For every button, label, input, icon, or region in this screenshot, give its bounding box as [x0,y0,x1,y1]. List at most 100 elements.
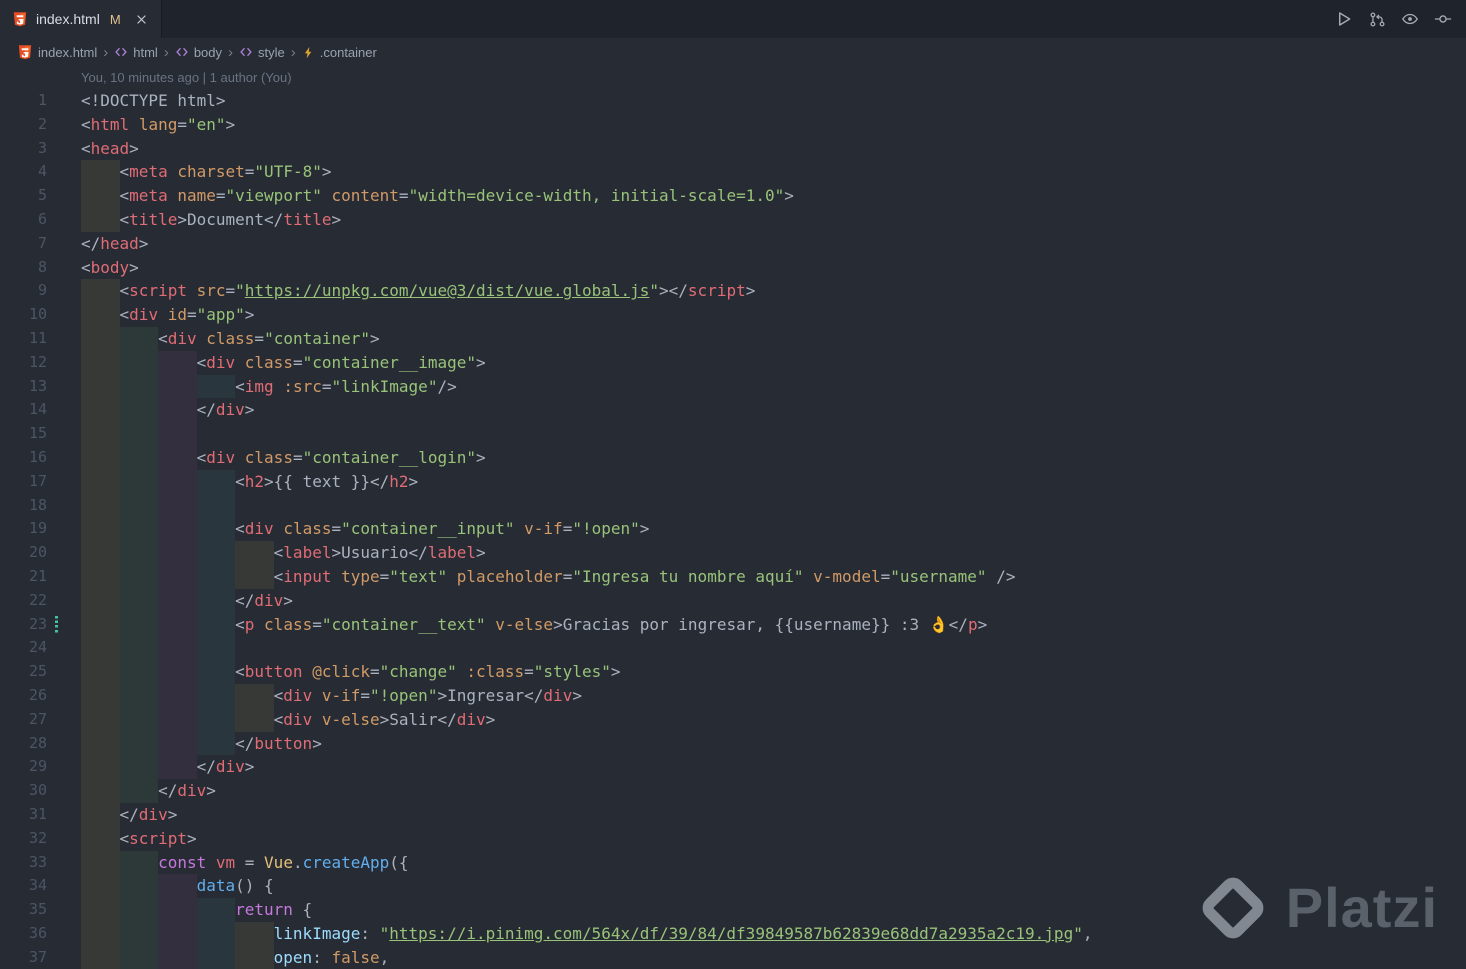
tab-index-html[interactable]: index.html M [0,0,162,38]
breadcrumb-item-body[interactable]: body [175,45,222,60]
breadcrumb-label: html [133,44,158,60]
code-line-12: 12 <div class="container__image"> [0,350,1466,375]
code-text[interactable]: <label>Usuario</label> [81,541,486,565]
code-text[interactable]: <div class="container__login"> [81,445,486,470]
indent-guide [119,541,159,565]
indent-guide [158,731,197,756]
close-icon[interactable] [134,12,149,27]
indent-guide [81,612,120,637]
gutter [47,398,81,422]
code-text[interactable]: linkImage: "https://i.pinimg.com/564x/df… [81,921,1092,946]
indent-guide [119,779,159,803]
code-text[interactable]: <meta charset="UTF-8"> [81,160,332,185]
code-line-24: 24 [0,636,1466,661]
code-text[interactable] [81,422,197,446]
indent-guide [158,350,197,375]
breadcrumb-item-index-html[interactable]: index.html [17,44,97,60]
element-icon [239,45,253,59]
code-text[interactable]: <meta name="viewport" content="width=dev… [81,184,794,208]
indent-guide [158,945,197,969]
indent-guide [235,921,274,946]
code-text[interactable]: <p class="container__text" v-else>Gracia… [81,612,987,637]
breadcrumb-item-container[interactable]: .container [302,45,377,60]
code-text[interactable]: return { [81,898,312,922]
code-text[interactable]: </div> [81,588,293,613]
gutter [47,898,81,922]
code-text[interactable]: <body> [81,256,139,280]
indent-guide [81,707,120,732]
run-code-icon[interactable] [1331,6,1357,32]
code-text[interactable]: <input type="text" placeholder="Ingresa … [81,564,1015,589]
gutter [47,137,81,161]
breadcrumb-label: body [193,44,223,60]
line-number: 13 [28,376,47,395]
code-text[interactable]: data() { [81,874,274,899]
commit-graph-icon[interactable] [1430,6,1456,32]
code-text[interactable]: </head> [81,232,148,256]
indent-guide [119,517,159,542]
code-text[interactable]: const vm = Vue.createApp({ [81,850,409,875]
code-text[interactable]: <title>Document</title> [81,207,341,232]
code-text[interactable]: <div v-else>Salir</div> [81,707,495,732]
indent-guide [119,898,159,922]
line-number: 28 [28,733,47,752]
code-text[interactable]: <h2>{{ text }}</h2> [81,469,418,494]
html-file-icon [17,44,33,60]
code-text[interactable]: </div> [81,802,177,827]
gutter [47,327,81,351]
code-text[interactable]: <head> [81,137,139,161]
gutter [47,851,81,875]
code-text[interactable]: <div id="app"> [81,303,254,327]
code-line-9: 9 <script src="https://unpkg.com/vue@3/di… [0,279,1466,304]
chevron-right-icon: › [163,43,169,61]
breadcrumb-item-style[interactable]: style [239,45,285,60]
code-text[interactable] [81,493,236,518]
code-text[interactable]: <div class="container__input" v-if="!ope… [81,517,649,542]
indent-guide [81,160,120,185]
indent-guide [196,588,236,613]
gutter [47,541,81,565]
indent-guide [119,874,159,899]
code-line-8: 8 <body> [0,256,1466,280]
code-text[interactable]: <div class="container__image"> [81,350,486,375]
toggle-file-blame-icon[interactable] [1397,6,1423,32]
code-line-10: 10 <div id="app"> [0,303,1466,327]
code-text[interactable]: </div> [81,779,216,803]
code-line-25: 25 <button @click="change" :class="styles… [0,660,1466,684]
code-line-35: 35 return { [0,898,1466,922]
code-text[interactable]: <button @click="change" :class="styles"> [81,660,620,684]
code-line-30: 30 </div> [0,779,1466,803]
code-text[interactable]: <img :src="linkImage"/> [81,374,457,399]
code-line-16: 16 <div class="container__login"> [0,445,1466,470]
code-text[interactable]: <div class="container"> [81,326,380,351]
indent-guide [158,398,197,423]
breadcrumb-item-html[interactable]: html [114,45,158,60]
code-line-27: 27 <div v-else>Salir</div> [0,707,1466,732]
code-text[interactable]: open: false, [81,945,389,969]
gutter [47,589,81,613]
gutter [47,184,81,208]
indent-guide [235,707,274,732]
indent-guide [81,826,120,851]
line-number: 18 [28,495,47,514]
indent-guide [81,422,120,446]
code-text[interactable]: <html lang="en"> [81,113,235,137]
code-line-29: 29 </div> [0,755,1466,780]
open-changes-icon[interactable] [1364,6,1390,32]
line-number: 8 [37,257,47,276]
code-text[interactable]: <script src="https://unpkg.com/vue@3/dis… [81,279,755,304]
code-text[interactable] [81,636,236,661]
indent-guide [119,921,159,946]
code-text[interactable]: <script> [81,826,197,851]
code-text[interactable]: </div> [81,398,254,423]
code-text[interactable]: <div v-if="!open">Ingresar</div> [81,683,582,708]
code-text[interactable]: <!DOCTYPE html> [81,89,226,113]
gutter-change-marker [47,613,81,637]
git-blame-annotation[interactable]: You, 10 minutes ago | 1 author (You) [0,66,1466,89]
gutter [47,113,81,137]
code-text[interactable]: </div> [81,755,254,780]
code-line-33: 33 const vm = Vue.createApp({ [0,850,1466,875]
line-number: 37 [28,947,47,966]
code-line-28: 28 </button> [0,731,1466,756]
code-text[interactable]: </button> [81,731,322,756]
